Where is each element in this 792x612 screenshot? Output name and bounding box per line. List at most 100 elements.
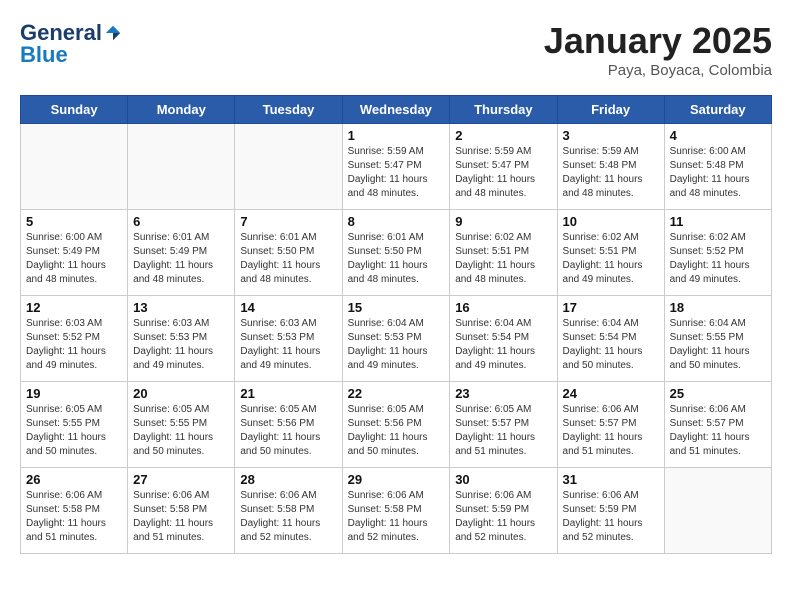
day-number: 9 (455, 214, 551, 229)
day-cell: 23Sunrise: 6:05 AMSunset: 5:57 PMDayligh… (450, 382, 557, 468)
day-number: 17 (563, 300, 659, 315)
day-cell: 16 Sunrise: 6:04 AMSunset: 5:54 PMDayligh… (450, 296, 557, 382)
week-row-2: 5 Sunrise: 6:00 AMSunset: 5:49 PMDaylight… (21, 210, 772, 296)
col-header-sunday: Sunday (21, 96, 128, 124)
day-cell: 12 Sunrise: 6:03 AMSunset: 5:52 PMDayligh… (21, 296, 128, 382)
day-number: 2 (455, 128, 551, 143)
day-cell: 26 Sunrise: 6:06 AMSunset: 5:58 PMDayligh… (21, 468, 128, 554)
week-row-1: 1Sunrise: 5:59 AMSunset: 5:47 PMDaylight… (21, 124, 772, 210)
day-info: Sunrise: 6:06 AMSunset: 5:58 PMDaylight:… (26, 489, 122, 545)
day-cell: 17 Sunrise: 6:04 AMSunset: 5:54 PMDayligh… (557, 296, 664, 382)
day-info: Sunrise: 6:02 AMSunset: 5:51 PMDaylight:… (455, 231, 551, 287)
day-number: 15 (348, 300, 445, 315)
day-cell: 19 Sunrise: 6:05 AMSunset: 5:55 PMDayligh… (21, 382, 128, 468)
day-cell: 29 Sunrise: 6:06 AMSunset: 5:58 PMDayligh… (342, 468, 450, 554)
col-header-tuesday: Tuesday (235, 96, 342, 124)
day-cell: 5 Sunrise: 6:00 AMSunset: 5:49 PMDaylight… (21, 210, 128, 296)
day-number: 8 (348, 214, 445, 229)
day-cell: 30Sunrise: 6:06 AMSunset: 5:59 PMDayligh… (450, 468, 557, 554)
day-cell: 18 Sunrise: 6:04 AMSunset: 5:55 PMDayligh… (664, 296, 771, 382)
day-number: 29 (348, 472, 445, 487)
day-cell: 7Sunrise: 6:01 AMSunset: 5:50 PMDaylight… (235, 210, 342, 296)
day-info: Sunrise: 6:03 AMSunset: 5:53 PMDaylight:… (133, 317, 229, 373)
day-number: 31 (563, 472, 659, 487)
day-info: Sunrise: 6:00 AMSunset: 5:48 PMDaylight:… (670, 145, 766, 201)
day-info: Sunrise: 6:06 AMSunset: 5:58 PMDaylight:… (240, 489, 336, 545)
day-cell (128, 124, 235, 210)
day-info: Sunrise: 6:00 AMSunset: 5:49 PMDaylight:… (26, 231, 122, 287)
day-number: 12 (26, 300, 122, 315)
day-number: 21 (240, 386, 336, 401)
day-info: Sunrise: 6:06 AMSunset: 5:58 PMDaylight:… (133, 489, 229, 545)
day-info: Sunrise: 6:02 AMSunset: 5:51 PMDaylight:… (563, 231, 659, 287)
week-row-5: 26 Sunrise: 6:06 AMSunset: 5:58 PMDayligh… (21, 468, 772, 554)
day-info: Sunrise: 5:59 AMSunset: 5:48 PMDaylight:… (563, 145, 659, 201)
day-cell: 14 Sunrise: 6:03 AMSunset: 5:53 PMDayligh… (235, 296, 342, 382)
page-header: General Blue January 2025 Paya, Boyaca, … (20, 20, 772, 79)
logo-icon (104, 24, 122, 42)
title-block: January 2025 Paya, Boyaca, Colombia (544, 20, 772, 79)
day-info: Sunrise: 6:05 AMSunset: 5:55 PMDaylight:… (26, 403, 122, 459)
location: Paya, Boyaca, Colombia (544, 62, 772, 79)
day-number: 22 (348, 386, 445, 401)
day-info: Sunrise: 6:03 AMSunset: 5:52 PMDaylight:… (26, 317, 122, 373)
day-cell: 10 Sunrise: 6:02 AMSunset: 5:51 PMDayligh… (557, 210, 664, 296)
day-info: Sunrise: 6:04 AMSunset: 5:53 PMDaylight:… (348, 317, 445, 373)
day-info: Sunrise: 5:59 AMSunset: 5:47 PMDaylight:… (348, 145, 445, 201)
day-number: 16 (455, 300, 551, 315)
day-number: 5 (26, 214, 122, 229)
day-number: 27 (133, 472, 229, 487)
day-info: Sunrise: 6:04 AMSunset: 5:55 PMDaylight:… (670, 317, 766, 373)
day-number: 6 (133, 214, 229, 229)
month-title: January 2025 (544, 20, 772, 62)
calendar-table: SundayMondayTuesdayWednesdayThursdayFrid… (20, 95, 772, 554)
day-cell: 6 Sunrise: 6:01 AMSunset: 5:49 PMDaylight… (128, 210, 235, 296)
day-cell: 27 Sunrise: 6:06 AMSunset: 5:58 PMDayligh… (128, 468, 235, 554)
day-number: 19 (26, 386, 122, 401)
day-info: Sunrise: 6:01 AMSunset: 5:49 PMDaylight:… (133, 231, 229, 287)
day-number: 24 (563, 386, 659, 401)
day-cell: 15 Sunrise: 6:04 AMSunset: 5:53 PMDayligh… (342, 296, 450, 382)
day-cell: 4 Sunrise: 6:00 AMSunset: 5:48 PMDaylight… (664, 124, 771, 210)
day-cell: 31 Sunrise: 6:06 AMSunset: 5:59 PMDayligh… (557, 468, 664, 554)
day-cell: 8 Sunrise: 6:01 AMSunset: 5:50 PMDaylight… (342, 210, 450, 296)
col-header-monday: Monday (128, 96, 235, 124)
day-cell: 20 Sunrise: 6:05 AMSunset: 5:55 PMDayligh… (128, 382, 235, 468)
calendar-header-row: SundayMondayTuesdayWednesdayThursdayFrid… (21, 96, 772, 124)
day-info: Sunrise: 6:05 AMSunset: 5:55 PMDaylight:… (133, 403, 229, 459)
day-info: Sunrise: 6:06 AMSunset: 5:58 PMDaylight:… (348, 489, 445, 545)
col-header-friday: Friday (557, 96, 664, 124)
day-info: Sunrise: 6:06 AMSunset: 5:59 PMDaylight:… (455, 489, 551, 545)
day-info: Sunrise: 6:04 AMSunset: 5:54 PMDaylight:… (455, 317, 551, 373)
week-row-3: 12 Sunrise: 6:03 AMSunset: 5:52 PMDayligh… (21, 296, 772, 382)
day-info: Sunrise: 6:02 AMSunset: 5:52 PMDaylight:… (670, 231, 766, 287)
logo: General Blue (20, 20, 122, 68)
day-info: Sunrise: 6:04 AMSunset: 5:54 PMDaylight:… (563, 317, 659, 373)
day-number: 25 (670, 386, 766, 401)
day-number: 26 (26, 472, 122, 487)
day-cell: 24Sunrise: 6:06 AMSunset: 5:57 PMDayligh… (557, 382, 664, 468)
day-cell: 13Sunrise: 6:03 AMSunset: 5:53 PMDayligh… (128, 296, 235, 382)
logo-blue: Blue (20, 42, 68, 68)
day-cell: 28Sunrise: 6:06 AMSunset: 5:58 PMDayligh… (235, 468, 342, 554)
day-number: 11 (670, 214, 766, 229)
day-number: 10 (563, 214, 659, 229)
day-cell (664, 468, 771, 554)
col-header-saturday: Saturday (664, 96, 771, 124)
col-header-thursday: Thursday (450, 96, 557, 124)
day-number: 23 (455, 386, 551, 401)
col-header-wednesday: Wednesday (342, 96, 450, 124)
day-info: Sunrise: 6:05 AMSunset: 5:56 PMDaylight:… (348, 403, 445, 459)
day-info: Sunrise: 6:01 AMSunset: 5:50 PMDaylight:… (240, 231, 336, 287)
day-number: 20 (133, 386, 229, 401)
day-info: Sunrise: 6:06 AMSunset: 5:59 PMDaylight:… (563, 489, 659, 545)
day-cell: 21Sunrise: 6:05 AMSunset: 5:56 PMDayligh… (235, 382, 342, 468)
day-info: Sunrise: 6:01 AMSunset: 5:50 PMDaylight:… (348, 231, 445, 287)
day-number: 18 (670, 300, 766, 315)
day-number: 14 (240, 300, 336, 315)
day-info: Sunrise: 6:06 AMSunset: 5:57 PMDaylight:… (670, 403, 766, 459)
day-cell: 9 Sunrise: 6:02 AMSunset: 5:51 PMDaylight… (450, 210, 557, 296)
day-number: 4 (670, 128, 766, 143)
day-number: 3 (563, 128, 659, 143)
day-info: Sunrise: 6:03 AMSunset: 5:53 PMDaylight:… (240, 317, 336, 373)
